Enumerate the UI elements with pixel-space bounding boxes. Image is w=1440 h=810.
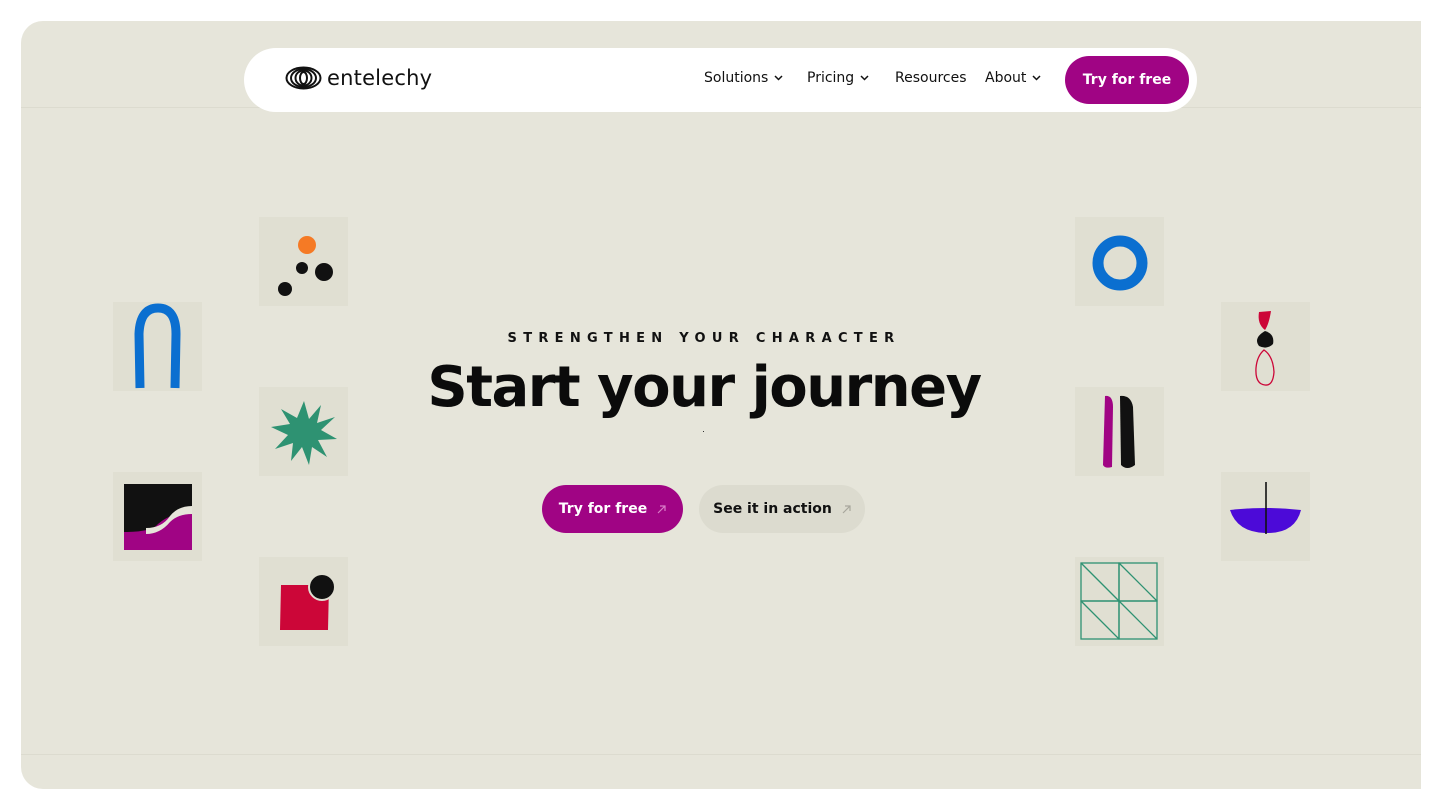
green-star-tile (259, 387, 348, 476)
chevron-down-icon (860, 75, 869, 81)
blue-arch-tile (113, 302, 202, 391)
blue-ring-tile (1075, 217, 1164, 306)
entelechy-logo-icon (285, 66, 322, 90)
chevron-down-icon (1032, 75, 1041, 81)
stacked-stones-icon (1221, 302, 1310, 391)
nav-item-resources[interactable]: Resources (895, 70, 967, 86)
magenta-black-stripes-tile (1075, 387, 1164, 476)
divider-dot (703, 431, 704, 432)
nav-item-solutions[interactable]: Solutions (704, 70, 783, 86)
black-magenta-wave-icon (122, 482, 194, 552)
red-square-dot-tile (259, 557, 348, 646)
blue-arch-icon (128, 302, 188, 392)
nav-item-pricing[interactable]: Pricing (807, 70, 869, 86)
see-in-action-button[interactable]: See it in action (699, 485, 865, 533)
hero-headline: Start your journey (427, 355, 982, 420)
nav-item-about[interactable]: About (985, 70, 1041, 86)
nav-item-label: Pricing (807, 70, 855, 86)
blue-ring-icon (1075, 217, 1164, 306)
brand-name: entelechy (327, 66, 433, 90)
nav-item-label: About (985, 70, 1027, 86)
red-square-dot-icon (259, 557, 348, 646)
chevron-down-icon (774, 75, 783, 81)
see-in-action-label: See it in action (713, 501, 832, 517)
green-triangle-grid-icon (1075, 557, 1164, 646)
nav-item-label: Resources (895, 70, 967, 86)
nav-try-free-button[interactable]: Try for free (1065, 56, 1189, 104)
hero-try-free-label: Try for free (558, 501, 648, 517)
hero-eyebrow: STRENGTHEN YOUR CHARACTER (507, 331, 901, 346)
nav-item-label: Solutions (704, 70, 769, 86)
hero-frame: entelechy Solutions Pricing Resources Ab… (21, 21, 1421, 789)
arrow-up-right-icon (657, 504, 666, 514)
section-divider (21, 754, 1421, 755)
purple-bowl-icon (1221, 472, 1310, 561)
green-star-icon (269, 397, 339, 467)
arrow-up-right-icon (842, 504, 851, 514)
purple-bowl-tile (1221, 472, 1310, 561)
dots-cluster-tile (259, 217, 348, 306)
magenta-black-stripes-icon (1075, 387, 1164, 476)
green-triangle-grid-tile (1075, 557, 1164, 646)
top-navbar: entelechy Solutions Pricing Resources Ab… (244, 48, 1197, 112)
black-magenta-wave-tile (113, 472, 202, 561)
hero-try-free-button[interactable]: Try for free (542, 485, 683, 533)
stacked-stones-tile (1221, 302, 1310, 391)
dots-cluster-icon (259, 217, 348, 306)
brand-logo[interactable]: entelechy (285, 66, 432, 90)
